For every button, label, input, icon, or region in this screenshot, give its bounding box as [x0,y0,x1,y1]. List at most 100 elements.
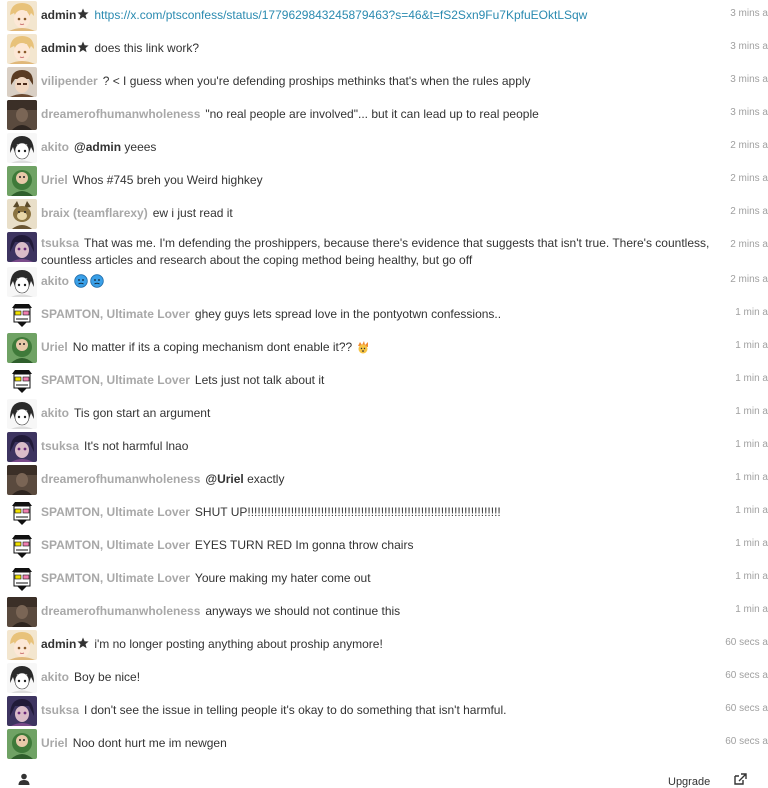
username[interactable]: SPAMTON, Ultimate Lover [41,373,190,387]
worried-face-emoji-icon [74,274,88,288]
message-body: tsuksa I don't see the issue in telling p… [41,702,704,719]
message-timestamp: 1 min a [735,439,768,450]
username[interactable]: admin [41,637,89,651]
user-icon[interactable] [18,773,30,785]
worried-face-emoji-icon [90,274,104,288]
chat-message: dreamerofhumanwholeness "no real people a… [0,99,768,132]
user-avatar[interactable] [7,564,37,594]
username[interactable]: vilipender [41,74,98,88]
message-text: Whos #745 breh you Weird highkey [72,173,263,187]
chat-message: admin does this link work? 3 mins a [0,33,768,66]
user-avatar[interactable] [7,531,37,561]
chat-message: braix (teamflarexy) ew i just read it 2 mi… [0,198,768,231]
user-avatar[interactable] [7,399,37,429]
message-timestamp: 2 mins a [730,173,768,184]
user-avatar[interactable] [7,333,37,363]
username[interactable]: dreamerofhumanwholeness [41,604,200,618]
username[interactable]: Uriel [41,173,68,187]
user-avatar[interactable] [7,67,37,97]
username[interactable]: dreamerofhumanwholeness [41,107,200,121]
chat-message: akito Boy be nice! 60 secs a [0,662,768,695]
username[interactable]: akito [41,406,69,420]
user-avatar[interactable] [7,597,37,627]
message-link[interactable]: https://x.com/ptsconfess/status/17796298… [94,8,587,22]
user-avatar[interactable] [7,663,37,693]
message-body: tsuksa It's not harmful lnao [41,438,704,455]
user-avatar[interactable] [7,34,37,64]
username[interactable]: akito [41,274,69,288]
username[interactable]: admin [41,41,89,55]
chat-message: dreamerofhumanwholeness @Uriel exactly 1 m… [0,464,768,497]
message-text: "no real people are involved"... but it … [205,107,539,121]
user-avatar[interactable] [7,498,37,528]
message-text: exactly [243,472,285,486]
username[interactable]: tsuksa [41,439,79,453]
username[interactable]: SPAMTON, Ultimate Lover [41,571,190,585]
message-timestamp: 2 mins a [730,239,768,250]
chat-message: admin https://x.com/ptsconfess/status/177… [0,0,768,33]
user-avatar[interactable] [7,267,37,297]
message-text: Boy be nice! [74,670,141,684]
user-avatar[interactable] [7,696,37,726]
username[interactable]: admin [41,8,89,22]
message-timestamp: 1 min a [735,505,768,516]
user-avatar[interactable] [7,300,37,330]
message-text: Lets just not talk about it [194,373,325,387]
user-avatar[interactable] [7,133,37,163]
user-avatar[interactable] [7,465,37,495]
message-text: anyways we should not continue this [205,604,401,618]
message-body: admin i'm no longer posting anything abou… [41,636,704,653]
user-avatar[interactable] [7,630,37,660]
message-body: dreamerofhumanwholeness @Uriel exactly [41,471,704,488]
message-timestamp: 3 mins a [730,107,768,118]
user-avatar[interactable] [7,366,37,396]
user-avatar[interactable] [7,100,37,130]
chat-message: dreamerofhumanwholeness anyways we should… [0,596,768,629]
username[interactable]: Uriel [41,736,68,750]
username[interactable]: akito [41,670,69,684]
chat-message: Uriel Noo dont hurt me im newgen 60 secs a [0,728,768,761]
message-body: SPAMTON, Ultimate Lover SHUT UP!!!!!!!!!!… [41,504,704,521]
message-timestamp: 60 secs a [725,670,768,681]
chat-footer: Upgrade [0,768,768,788]
username[interactable]: SPAMTON, Ultimate Lover [41,307,190,321]
message-body: dreamerofhumanwholeness "no real people a… [41,106,704,123]
username[interactable]: dreamerofhumanwholeness [41,472,200,486]
chat-message: akito Tis gon start an argument 1 min a [0,398,768,431]
chat-message-list[interactable]: admin https://x.com/ptsconfess/status/177… [0,0,768,761]
external-link-icon[interactable] [733,773,747,785]
message-timestamp: 60 secs a [725,736,768,747]
username[interactable]: SPAMTON, Ultimate Lover [41,505,190,519]
user-avatar[interactable] [7,1,37,31]
user-avatar[interactable] [7,729,37,759]
message-body: dreamerofhumanwholeness anyways we should… [41,603,704,620]
chat-message: SPAMTON, Ultimate Lover Lets just not tal… [0,365,768,398]
chat-message: SPAMTON, Ultimate Lover SHUT UP!!!!!!!!!!… [0,497,768,530]
username[interactable]: Uriel [41,340,68,354]
message-timestamp: 2 mins a [730,274,768,285]
message-text: SHUT UP!!!!!!!!!!!!!!!!!!!!!!!!!!!!!!!!!… [194,505,501,519]
user-avatar[interactable] [7,232,37,262]
message-timestamp: 3 mins a [730,41,768,52]
username[interactable]: tsuksa [41,236,79,250]
message-text: does this link work? [94,41,200,55]
message-text: That was me. I'm defending the proshippe… [41,236,710,267]
message-timestamp: 2 mins a [730,140,768,151]
message-timestamp: 1 min a [735,604,768,615]
username[interactable]: braix (teamflarexy) [41,206,148,220]
user-avatar[interactable] [7,199,37,229]
user-mention[interactable]: @Uriel [205,472,243,486]
user-mention[interactable]: @admin [74,140,121,154]
username[interactable]: akito [41,140,69,154]
message-timestamp: 1 min a [735,373,768,384]
username[interactable]: tsuksa [41,703,79,717]
chat-message: SPAMTON, Ultimate Lover EYES TURN RED Im … [0,530,768,563]
message-body: admin does this link work? [41,40,704,57]
admin-star-icon [77,637,89,649]
user-avatar[interactable] [7,166,37,196]
message-text: ew i just read it [152,206,233,220]
message-text: Tis gon start an argument [74,406,211,420]
upgrade-link[interactable]: Upgrade [668,776,710,788]
user-avatar[interactable] [7,432,37,462]
username[interactable]: SPAMTON, Ultimate Lover [41,538,190,552]
